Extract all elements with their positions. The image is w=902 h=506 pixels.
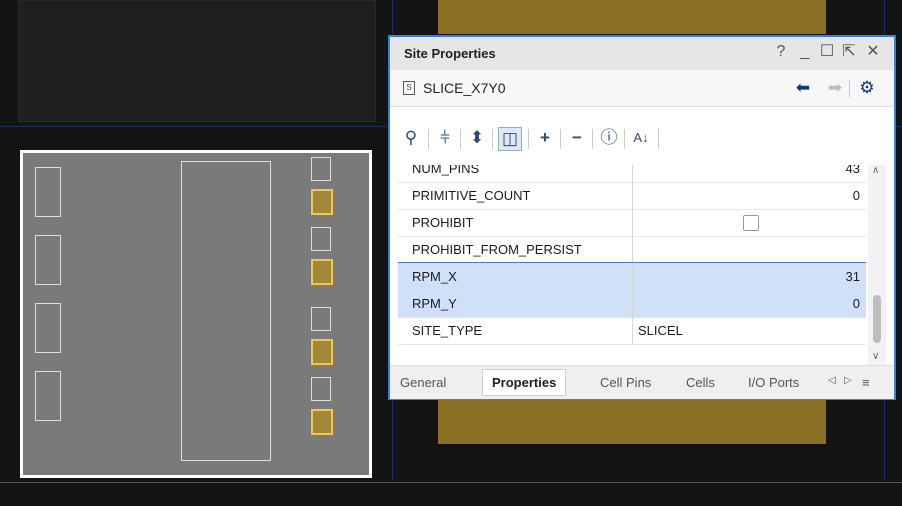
carry-chain-box[interactable] <box>181 161 271 461</box>
table-row[interactable]: NUM_PINS 43 <box>398 165 866 183</box>
site-properties-panel[interactable]: Site Properties ? _ ☐ ⇱ ✕ S SLICE_X7Y0 ⬅… <box>388 35 896 400</box>
divider <box>428 129 429 149</box>
ff-box[interactable] <box>311 227 331 251</box>
maximize-icon[interactable]: ☐ <box>818 43 836 61</box>
prohibit-checkbox[interactable] <box>743 215 759 231</box>
property-value: 0 <box>852 188 860 203</box>
minimize-icon[interactable]: _ <box>796 43 814 61</box>
divider <box>528 129 529 149</box>
divider <box>624 129 625 149</box>
ff-box-placed[interactable] <box>311 339 333 365</box>
divider <box>849 80 850 98</box>
tab-properties[interactable]: Properties <box>482 369 567 396</box>
clock-region-bar-bottom <box>438 400 826 444</box>
divider <box>658 129 659 149</box>
property-name: RPM_Y <box>412 296 457 311</box>
grid-line <box>0 482 902 483</box>
properties-tabs: General Properties Cell Pins Cells I/O P… <box>390 365 894 399</box>
ff-box[interactable] <box>311 157 331 181</box>
property-name: PROHIBIT_FROM_PERSIST <box>412 242 582 257</box>
ff-box-placed[interactable] <box>311 409 333 435</box>
property-name: PRIMITIVE_COUNT <box>412 188 531 203</box>
property-name: NUM_PINS <box>412 165 480 176</box>
scroll-thumb[interactable] <box>873 295 881 343</box>
forward-arrow-icon[interactable]: ➡ <box>824 77 846 99</box>
site-icon: S <box>403 81 415 95</box>
property-value: 0 <box>852 296 860 311</box>
scroll-up-icon[interactable]: ∧ <box>872 165 879 176</box>
vertical-scrollbar[interactable]: ∧ ∨ <box>868 165 886 365</box>
tab-cell-pins[interactable]: Cell Pins <box>600 375 651 390</box>
properties-toolbar: ⚲ ⫩ ⬍ ◫ + − ⓘ A↓ <box>390 117 894 161</box>
property-value: 43 <box>845 165 860 176</box>
scroll-down-icon[interactable]: ∨ <box>872 351 879 362</box>
table-row[interactable]: PRIMITIVE_COUNT 0 <box>398 182 866 210</box>
clock-region-bar-top <box>438 0 826 34</box>
ff-box-placed[interactable] <box>311 259 333 285</box>
property-name: RPM_X <box>412 269 457 284</box>
property-name: PROHIBIT <box>412 215 474 230</box>
table-row-selected[interactable]: RPM_Y 0 <box>398 290 866 318</box>
table-row-selected[interactable]: RPM_X 31 <box>398 262 866 292</box>
expand-all-icon[interactable]: ⬍ <box>466 127 488 149</box>
slice-tile-top-left[interactable] <box>18 0 376 122</box>
gear-icon[interactable]: ⚙ <box>856 77 878 99</box>
property-value: 31 <box>845 269 860 284</box>
group-icon[interactable]: ◫ <box>498 127 522 151</box>
column-divider <box>632 263 633 290</box>
divider <box>592 129 593 149</box>
selected-slice-tile[interactable] <box>20 150 372 478</box>
close-icon[interactable]: ✕ <box>864 43 882 61</box>
info-icon[interactable]: ⓘ <box>598 127 620 149</box>
lut-box[interactable] <box>35 371 61 421</box>
panel-titlebar[interactable]: Site Properties ? _ ☐ ⇱ ✕ <box>390 37 894 70</box>
site-header: S SLICE_X7Y0 ⬅ ➡ ⚙ <box>390 70 894 107</box>
column-divider <box>632 317 633 344</box>
help-icon[interactable]: ? <box>772 43 790 61</box>
column-divider <box>632 209 633 236</box>
column-divider <box>632 236 633 263</box>
tab-menu-icon[interactable]: ≡ <box>862 375 870 390</box>
lut-box[interactable] <box>35 235 61 285</box>
ff-box-placed[interactable] <box>311 189 333 215</box>
tab-scroll-right-icon[interactable]: ▷ <box>844 375 852 386</box>
divider <box>560 129 561 149</box>
sort-icon[interactable]: A↓ <box>630 127 652 149</box>
ff-box[interactable] <box>311 377 331 401</box>
table-row[interactable]: PROHIBIT_FROM_PERSIST <box>398 236 866 264</box>
divider <box>492 129 493 149</box>
column-divider <box>632 182 633 209</box>
property-value: SLICEL <box>638 323 683 338</box>
tab-general[interactable]: General <box>400 375 446 390</box>
lut-box[interactable] <box>35 303 61 353</box>
lut-box[interactable] <box>35 167 61 217</box>
table-row[interactable]: SITE_TYPE SLICEL <box>398 317 866 345</box>
ff-box[interactable] <box>311 307 331 331</box>
float-icon[interactable]: ⇱ <box>840 43 858 61</box>
table-row[interactable]: PROHIBIT <box>398 209 866 237</box>
back-arrow-icon[interactable]: ⬅ <box>792 77 814 99</box>
column-divider <box>632 290 633 317</box>
properties-table: NUM_PINS 43 PRIMITIVE_COUNT 0 PROHIBIT P… <box>398 165 866 365</box>
tab-io-ports[interactable]: I/O Ports <box>748 375 799 390</box>
property-name: SITE_TYPE <box>412 323 483 338</box>
add-icon[interactable]: + <box>534 127 556 149</box>
column-divider <box>632 165 633 182</box>
search-icon[interactable]: ⚲ <box>400 127 422 149</box>
collapse-all-icon[interactable]: ⫩ <box>434 127 456 149</box>
divider <box>460 129 461 149</box>
site-name: SLICE_X7Y0 <box>423 80 506 96</box>
remove-icon[interactable]: − <box>566 127 588 149</box>
tab-scroll-left-icon[interactable]: ◁ <box>828 375 836 386</box>
tab-cells[interactable]: Cells <box>686 375 715 390</box>
panel-title: Site Properties <box>404 46 496 61</box>
